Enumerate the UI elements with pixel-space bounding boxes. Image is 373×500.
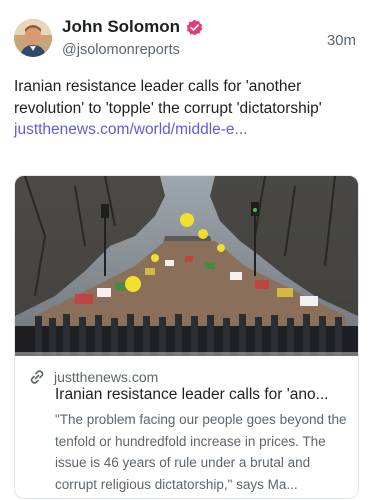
- author-name-text[interactable]: John Solomon: [62, 17, 180, 37]
- post-link[interactable]: justthenews.com/world/middle-e...: [14, 121, 247, 138]
- author-handle[interactable]: @jsolomonreports: [62, 42, 180, 58]
- post-timestamp[interactable]: 30m: [327, 32, 356, 49]
- post-text: Iranian resistance leader calls for 'ano…: [14, 78, 322, 117]
- post-body: Iranian resistance leader calls for 'ano…: [14, 76, 359, 141]
- link-icon: [29, 369, 45, 385]
- link-domain-row[interactable]: justthenews.com: [29, 369, 158, 385]
- link-title[interactable]: Iranian resistance leader calls for 'ano…: [55, 386, 350, 404]
- link-preview-card[interactable]: justthenews.com Iranian resistance leade…: [14, 175, 359, 499]
- link-preview-image[interactable]: [15, 176, 358, 356]
- avatar[interactable]: [14, 19, 52, 57]
- link-domain[interactable]: justthenews.com: [54, 369, 158, 385]
- verified-badge-icon: [186, 19, 203, 36]
- social-post: John Solomon @jsolomonreports 30m Irania…: [0, 0, 373, 500]
- link-description: "The problem facing our people goes beyo…: [55, 412, 347, 492]
- author-name[interactable]: John Solomon: [62, 17, 203, 37]
